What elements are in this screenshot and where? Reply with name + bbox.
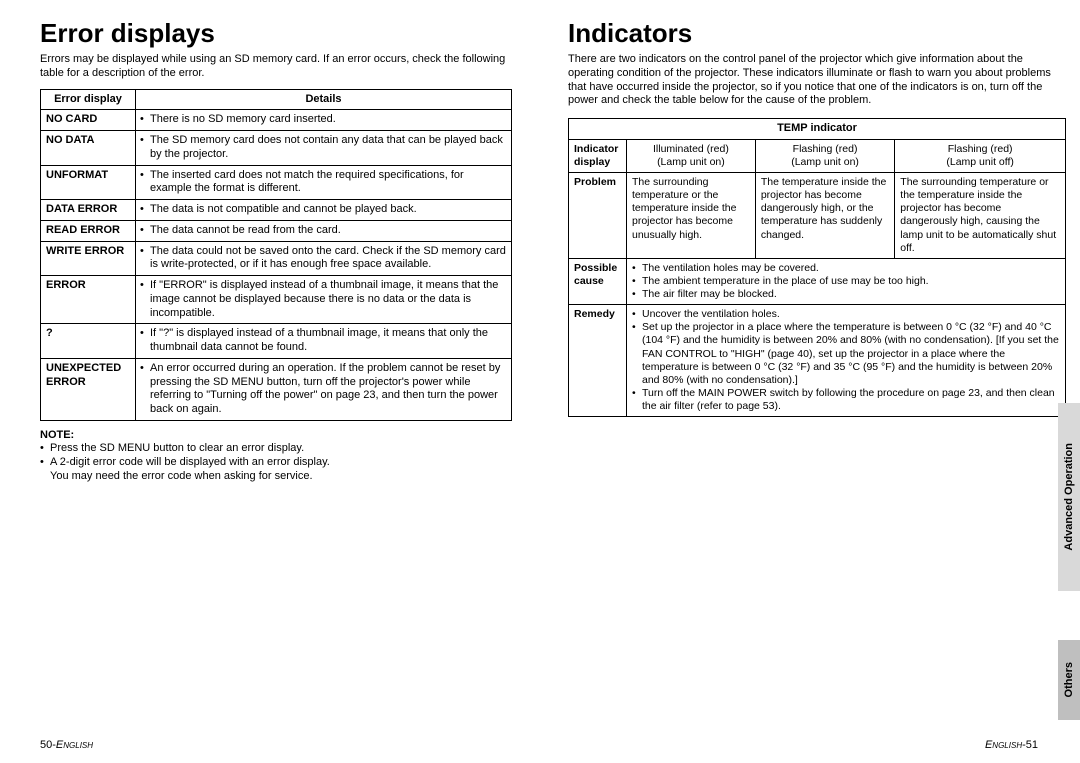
page-left: Error displays Errors may be displayed w…: [0, 0, 540, 763]
intro-left: Errors may be displayed while using an S…: [40, 53, 512, 81]
table-row: NO DATA•The SD memory card does not cont…: [41, 131, 512, 166]
note-list: •Press the SD MENU button to clear an er…: [40, 441, 512, 484]
side-tabs: Advanced Operation Others: [1058, 0, 1080, 763]
row-indicator-display: Indicator display: [569, 139, 627, 172]
tab-advanced-operation: Advanced Operation: [1058, 403, 1080, 591]
row-remedy: Remedy: [569, 305, 627, 417]
table-row: ?•If "?" is displayed instead of a thumb…: [41, 324, 512, 359]
th-details: Details: [136, 89, 512, 110]
error-table: Error display Details NO CARD•There is n…: [40, 89, 512, 421]
table-row: READ ERROR•The data cannot be read from …: [41, 220, 512, 241]
indicator-table: TEMP indicator Indicator display Illumin…: [568, 118, 1066, 417]
page-number-left: 50-English: [40, 739, 93, 751]
table-row: WRITE ERROR•The data could not be saved …: [41, 241, 512, 276]
tab-others: Others: [1058, 640, 1080, 720]
note-heading: NOTE:: [40, 429, 512, 441]
heading-indicators: Indicators: [568, 18, 1066, 49]
table-row: NO CARD•There is no SD memory card inser…: [41, 110, 512, 131]
intro-right: There are two indicators on the control …: [568, 53, 1066, 108]
table-row: UNEXPECTED ERROR•An error occurred durin…: [41, 358, 512, 420]
table-row: DATA ERROR•The data is not compatible an…: [41, 200, 512, 221]
th-error-display: Error display: [41, 89, 136, 110]
th-temp-indicator: TEMP indicator: [569, 119, 1066, 140]
page-right: Indicators There are two indicators on t…: [540, 0, 1080, 763]
page-number-right: English-51: [985, 739, 1038, 751]
row-possible-cause: Possible cause: [569, 258, 627, 304]
heading-error-displays: Error displays: [40, 18, 512, 49]
table-row: UNFORMAT•The inserted card does not matc…: [41, 165, 512, 200]
row-problem: Problem: [569, 173, 627, 259]
table-row: ERROR•If "ERROR" is displayed instead of…: [41, 276, 512, 324]
